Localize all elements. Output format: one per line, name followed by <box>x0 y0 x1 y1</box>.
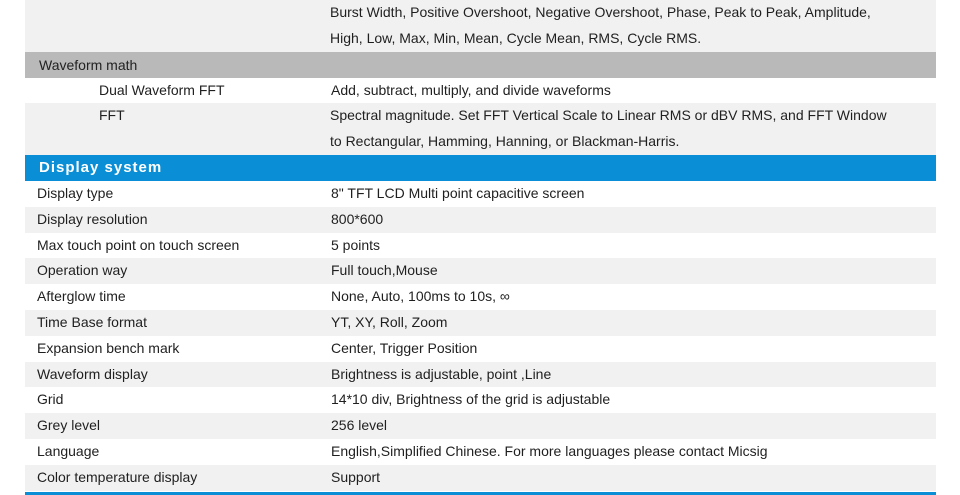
spec-value-line-1: Spectral magnitude. Set FFT Vertical Sca… <box>330 107 887 124</box>
spec-value: 8ʺ TFT LCD Multi point capacitive screen <box>331 184 585 201</box>
spec-row: Grid 14*10 div, Brightness of the grid i… <box>25 387 936 413</box>
spec-label: Language <box>37 442 100 459</box>
measurement-label-empty <box>25 0 330 52</box>
spec-label: Waveform display <box>37 365 148 382</box>
spec-label: Max touch point on touch screen <box>37 236 240 253</box>
spec-label: Grey level <box>37 417 101 434</box>
spec-value: None, Auto, 100ms to 10s, ∞ <box>331 288 510 305</box>
spec-row-dual-fft: Dual Waveform FFT Add, subtract, multipl… <box>25 78 936 104</box>
spec-row: Display resolution 800*600 <box>25 206 936 233</box>
spec-row: Operation way Full touch,Mouse <box>25 258 936 285</box>
waveform-math-header: Waveform math <box>25 51 936 78</box>
spec-value: Center, Trigger Position <box>331 339 478 356</box>
bottom-divider <box>25 491 936 495</box>
spec-label: Grid <box>37 391 64 408</box>
spec-label: Display type <box>37 184 114 201</box>
spec-value: 800*600 <box>331 210 384 227</box>
spec-value: 5 points <box>331 236 381 253</box>
spec-value: English,Simplified Chinese. For more lan… <box>331 442 768 459</box>
spec-value: Brightness is adjustable, point ,Line <box>331 365 552 382</box>
spec-label: Time Base format <box>37 313 147 330</box>
spec-row: Color temperature display Support <box>25 464 936 491</box>
spec-value: 256 level <box>331 417 388 434</box>
spec-value-line-2: to Rectangular, Hamming, Hanning, or Bla… <box>330 133 680 150</box>
spec-value: Support <box>331 468 381 485</box>
spec-label: FFT <box>99 107 125 124</box>
spec-value: 14*10 div, Brightness of the grid is adj… <box>331 391 611 408</box>
spec-sheet: Burst Width, Positive Overshoot, Negativ… <box>25 0 936 495</box>
measurement-value-line-2: High, Low, Max, Min, Mean, Cycle Mean, R… <box>330 29 702 46</box>
spec-label: Operation way <box>37 262 128 279</box>
measurement-continuation-row: Burst Width, Positive Overshoot, Negativ… <box>25 0 936 52</box>
spec-row: Time Base format YT, XY, Roll, Zoom <box>25 309 936 336</box>
spec-row: Display type 8ʺ TFT LCD Multi point capa… <box>25 181 936 207</box>
spec-label: Afterglow time <box>37 288 126 305</box>
display-system-header: Display system <box>25 154 936 181</box>
spec-value: YT, XY, Roll, Zoom <box>331 313 448 330</box>
spec-row: Expansion bench mark Center, Trigger Pos… <box>25 336 936 362</box>
measurement-value-line-1: Burst Width, Positive Overshoot, Negativ… <box>330 4 871 20</box>
spec-row: Waveform display Brightness is adjustabl… <box>25 361 936 388</box>
spec-label: Color temperature display <box>37 468 198 485</box>
spec-value: Add, subtract, multiply, and divide wave… <box>331 81 611 98</box>
spec-row: Afterglow time None, Auto, 100ms to 10s,… <box>25 284 936 310</box>
spec-row-fft: FFT Spectral magnitude. Set FFT Vertical… <box>25 103 936 155</box>
spec-label: Dual Waveform FFT <box>99 81 225 98</box>
spec-value: Full touch,Mouse <box>331 262 438 279</box>
spec-row: Max touch point on touch screen 5 points <box>25 233 936 259</box>
spec-row: Language English,Simplified Chinese. For… <box>25 439 936 465</box>
spec-label: Display resolution <box>37 210 148 227</box>
spec-row: Grey level 256 level <box>25 413 936 439</box>
spec-label: Expansion bench mark <box>37 339 180 356</box>
